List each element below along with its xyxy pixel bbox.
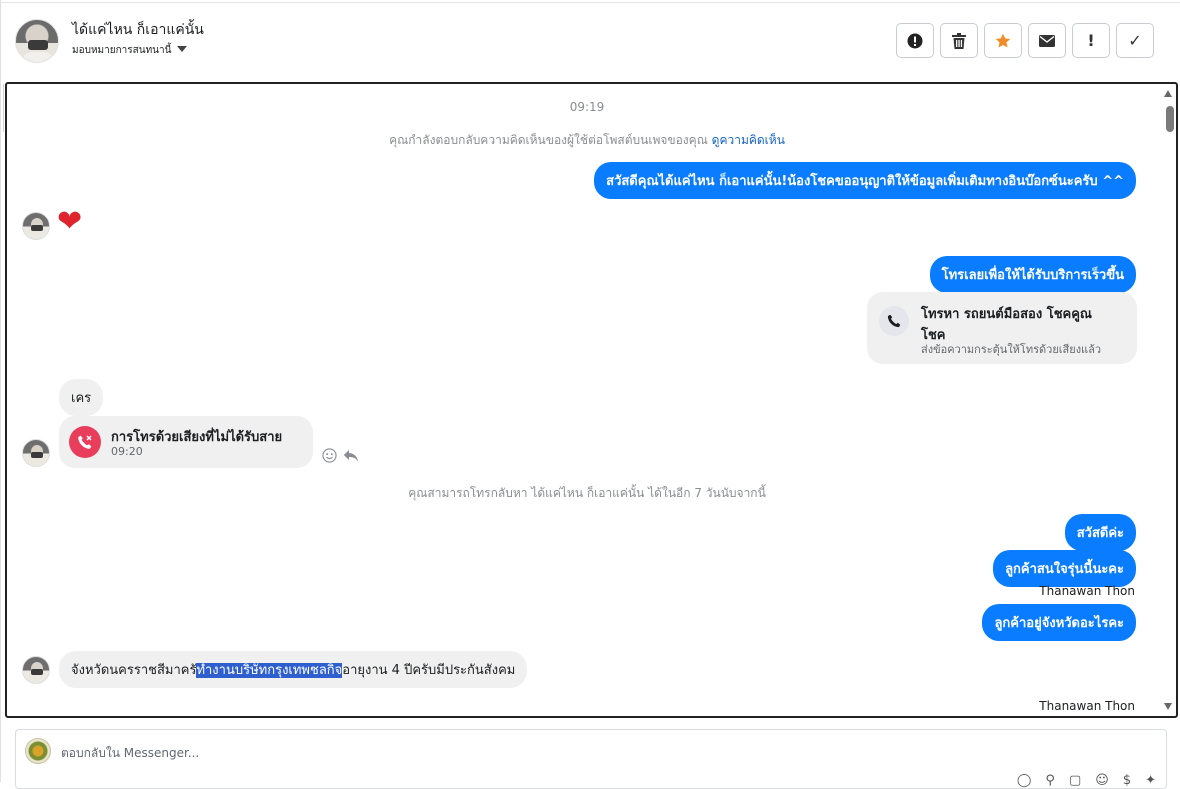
payment-icon[interactable]: $: [1123, 773, 1131, 788]
sender-name: Thanawan Thon: [1039, 699, 1135, 713]
outgoing-message[interactable]: สวัสดีค่ะ: [1064, 514, 1136, 551]
reply-arrow-icon[interactable]: [343, 449, 359, 463]
callback-note: คุณสามารถโทรกลับหา ได้แค่ไหน ก็เอาแค่นั้…: [408, 486, 766, 500]
reply-input[interactable]: ตอบกลับใน Messenger...: [61, 744, 199, 763]
outgoing-message[interactable]: โทรเลยเพื่อให้ได้รับบริการเร็วขึ้น: [929, 256, 1136, 293]
message-text: จังหวัดนครราชสีมาครั: [71, 663, 197, 678]
call-card-title: โทรหา รถยนต์มือสอง โชคคูณ โชค: [921, 303, 1092, 345]
mark-done-button[interactable]: ✓: [1116, 23, 1154, 58]
contact-avatar[interactable]: [15, 19, 59, 63]
contact-name[interactable]: ได้แค่ไหน ก็เอาแค่นั้น: [72, 19, 204, 41]
outgoing-message[interactable]: สวัสดีคุณได้แค่ไหน ก็เอาแค่นั้น!น้องโชคข…: [594, 162, 1136, 199]
message-actions: [322, 448, 359, 463]
smiley-icon[interactable]: [322, 448, 337, 463]
star-icon: [995, 33, 1011, 47]
conversation-toolbar: ! ✓: [896, 23, 1154, 58]
view-comment-link[interactable]: ดูความคิดเห็น: [712, 133, 785, 147]
call-button-card[interactable]: โทรหา รถยนต์มือสอง โชคคูณ โชค ส่งข้อความ…: [867, 292, 1137, 364]
heart-reaction-message[interactable]: ❤: [57, 207, 82, 237]
reply-context-text: คุณกำลังตอบกลับความคิดเห็นของผู้ใช้ต่อโพ…: [389, 133, 708, 147]
delete-button[interactable]: [940, 23, 978, 58]
message-timestamp: 09:19: [569, 100, 605, 114]
reply-context-note: คุณกำลังตอบกลับความคิดเห็นของผู้ใช้ต่อโพ…: [7, 131, 1167, 150]
person-icon[interactable]: ◯: [1017, 773, 1032, 788]
outgoing-message[interactable]: ลูกค้าอยู่จังหวัดอะไรคะ: [982, 604, 1136, 641]
missed-call-title: การโทรด้วยเสียงที่ไม่ได้รับสาย: [111, 430, 283, 445]
missed-call-time: 09:20: [111, 445, 143, 458]
mark-unread-button[interactable]: [1028, 23, 1066, 58]
outgoing-message[interactable]: ลูกค้าสนใจรุ่นนี้นะคะ: [993, 550, 1136, 587]
sparkle-icon[interactable]: ✦: [1145, 773, 1156, 788]
saved-reply-icon[interactable]: ▢: [1069, 773, 1081, 788]
sender-name: Thanawan Thon: [1039, 584, 1135, 598]
mark-important-button[interactable]: !: [1072, 23, 1110, 58]
composer-toolbar: ◯ ⚲ ▢ ☺ $ ✦: [1017, 773, 1156, 788]
exclamation-circle-icon: [907, 33, 923, 48]
attachment-icon[interactable]: ⚲: [1045, 773, 1055, 788]
message-composer[interactable]: ตอบกลับใน Messenger... ◯ ⚲ ▢ ☺ $ ✦: [15, 729, 1167, 789]
caret-down-icon: [177, 46, 188, 52]
message-thread[interactable]: 09:19 คุณกำลังตอบกลับความคิดเห็นของผู้ใช…: [5, 82, 1178, 718]
assign-label: มอบหมายการสนทนานี้: [72, 45, 172, 56]
contact-avatar-small: [22, 656, 50, 684]
missed-call-icon: [69, 426, 101, 458]
contact-avatar-small: [22, 439, 50, 467]
message-text: อายุงาน 4 ปีครับมีประกันสังคม: [342, 663, 516, 678]
scroll-up-arrow-icon[interactable]: [1164, 90, 1172, 97]
conversation-header: ได้แค่ไหน ก็เอาแค่นั้น มอบหมายการสนทนานี…: [0, 0, 1180, 82]
call-card-title-line1: โทรหา รถยนต์มือสอง โชคคูณ: [921, 307, 1092, 322]
incoming-message[interactable]: เคร: [59, 379, 104, 416]
selected-text: ทำงานบริษัทกรุงเทพชลกิจ: [196, 663, 343, 678]
exclamation-icon: !: [1087, 31, 1095, 50]
missed-call-message[interactable]: การโทรด้วยเสียงที่ไม่ได้รับสาย 09:20: [59, 416, 313, 468]
page-avatar: [25, 738, 51, 764]
emoji-icon[interactable]: ☺: [1095, 773, 1109, 788]
contact-avatar-small: [22, 212, 50, 240]
phone-icon: [879, 306, 909, 336]
trash-icon: [952, 32, 966, 49]
envelope-icon: [1039, 34, 1055, 47]
incoming-message[interactable]: จังหวัดนครราชสีมาครัทำงานบริษัทกรุงเทพชล…: [59, 651, 528, 688]
checkmark-icon: ✓: [1128, 31, 1142, 50]
assign-conversation-dropdown[interactable]: มอบหมายการสนทนานี้: [72, 43, 188, 58]
star-button[interactable]: [984, 23, 1022, 58]
call-card-subtitle: ส่งข้อความกระตุ้นให้โทรด้วยเสียงแล้ว: [921, 343, 1102, 356]
mark-spam-button[interactable]: [896, 23, 934, 58]
scrollbar-thumb[interactable]: [1166, 106, 1174, 132]
scroll-down-arrow-icon[interactable]: [1164, 703, 1172, 710]
